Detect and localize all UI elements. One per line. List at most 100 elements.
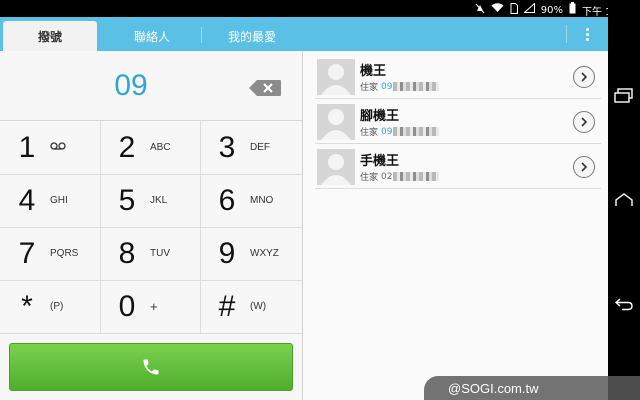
person-silhouette-icon [321,64,351,95]
contact-details-button[interactable] [573,111,595,133]
number-display: 09 [0,51,302,121]
key-digit: 0 [118,289,136,323]
overflow-menu-button[interactable] [566,17,608,51]
key-3[interactable]: 3 DEF [200,121,300,174]
contact-phone-label: 住家 [360,173,379,183]
redacted-number [393,82,440,91]
avatar [317,59,355,95]
redacted-number [393,127,440,136]
key-letters: WXYZ [250,248,279,259]
key-7[interactable]: 7 PQRS [0,227,100,280]
mute-icon [475,3,485,18]
contact-details-button[interactable] [573,66,595,88]
tab-contacts[interactable]: 聯絡人 [100,21,204,51]
chevron-right-icon [581,162,588,172]
contact-number: 09 [381,126,393,137]
keypad-divider [0,333,302,334]
chevron-right-icon [581,72,588,82]
key-1[interactable]: 1 [0,121,100,174]
person-silhouette-icon [321,154,351,185]
redacted-number [393,172,440,181]
contact-name: 機王 [360,64,387,79]
back-icon [614,298,633,311]
key-5[interactable]: 5 JKL [100,174,200,227]
home-icon [615,193,633,206]
status-bar: 90% 下午 12:47 [0,0,640,18]
key-star[interactable]: * (P) [0,280,100,333]
key-6[interactable]: 6 MNO [200,174,300,227]
backspace-button[interactable] [248,79,282,97]
key-digit: 4 [18,183,36,217]
dialed-number[interactable]: 09 [0,51,262,121]
avatar [317,149,355,185]
contact-list: 機王 住家 09 腳機王 住家 09 手機王 住家 02 [303,51,608,400]
more-vertical-icon [585,27,589,41]
contact-row[interactable]: 手機王 住家 02 [315,145,601,189]
tab-contacts-label: 聯絡人 [133,29,170,44]
tab-bar: 撥號 聯絡人 我的最愛 [0,17,608,51]
recent-apps-icon [614,88,633,103]
tab-dial-label: 撥號 [37,29,62,44]
phone-app: 撥號 聯絡人 我的最愛 09 1 2 ABC 3 DEF 4 GHI 5 JKL… [0,17,608,400]
key-4[interactable]: 4 GHI [0,174,100,227]
contact-row[interactable]: 腳機王 住家 09 [315,100,601,144]
chevron-right-icon [581,117,588,127]
key-digit: 8 [118,236,136,270]
key-0[interactable]: 0 + [100,280,200,333]
call-button[interactable] [9,343,293,391]
tab-favorites-label: 我的最愛 [227,29,276,44]
contact-phone-label: 住家 [360,128,379,138]
menu-separator [566,25,567,43]
backspace-icon [249,80,281,96]
signal-icon [522,2,535,17]
navigation-bar [608,0,640,400]
key-letters: TUV [150,248,170,259]
key-letters: JKL [150,195,168,206]
tab-dial[interactable]: 撥號 [3,21,97,51]
recent-apps-button[interactable] [612,84,636,108]
key-digit: 5 [118,183,136,217]
watermark: @SOGI.com.tw [424,376,640,400]
contact-phone-label: 住家 [360,83,379,93]
key-digit: 1 [18,130,36,164]
home-button[interactable] [612,188,636,212]
contact-name: 腳機王 [360,109,400,124]
keypad: 1 2 ABC 3 DEF 4 GHI 5 JKL 6 MNO 7 PQRS 8… [0,121,302,334]
key-digit: # [218,289,236,323]
key-digit: 9 [218,236,236,270]
person-silhouette-icon [321,109,351,140]
key-letters: DEF [250,142,270,153]
battery-percent: 90% [540,4,563,16]
contact-detail: 住家 09 [360,125,440,138]
key-letters: + [150,299,158,314]
contact-row[interactable]: 機王 住家 09 [315,55,601,99]
key-digit: * [21,289,33,323]
key-digit: 3 [218,130,236,164]
key-letters: ABC [150,142,171,153]
back-button[interactable] [612,292,636,316]
contact-number: 09 [381,81,393,92]
key-letters: (P) [50,301,64,312]
wifi-icon [491,3,504,17]
key-hash[interactable]: # (W) [200,280,300,333]
sim-icon [510,2,518,18]
key-digit: 2 [118,130,136,164]
tab-favorites[interactable]: 我的最愛 [202,21,302,51]
battery-icon [569,2,576,18]
voicemail-icon [50,142,90,153]
key-8[interactable]: 8 TUV [100,227,200,280]
contact-detail: 住家 02 [360,170,440,183]
contact-number: 02 [381,171,393,182]
key-letters: (W) [250,301,267,312]
dialer-panel: 09 1 2 ABC 3 DEF 4 GHI 5 JKL 6 MNO 7 PQR… [0,51,302,400]
contact-details-button[interactable] [573,156,595,178]
contact-name: 手機王 [360,154,400,169]
key-letters: MNO [250,195,274,206]
phone-icon [143,359,159,375]
key-letters: PQRS [50,248,79,259]
key-letters: GHI [50,195,68,206]
contact-detail: 住家 09 [360,80,440,93]
key-2[interactable]: 2 ABC [100,121,200,174]
key-9[interactable]: 9 WXYZ [200,227,300,280]
key-digit: 6 [218,183,236,217]
